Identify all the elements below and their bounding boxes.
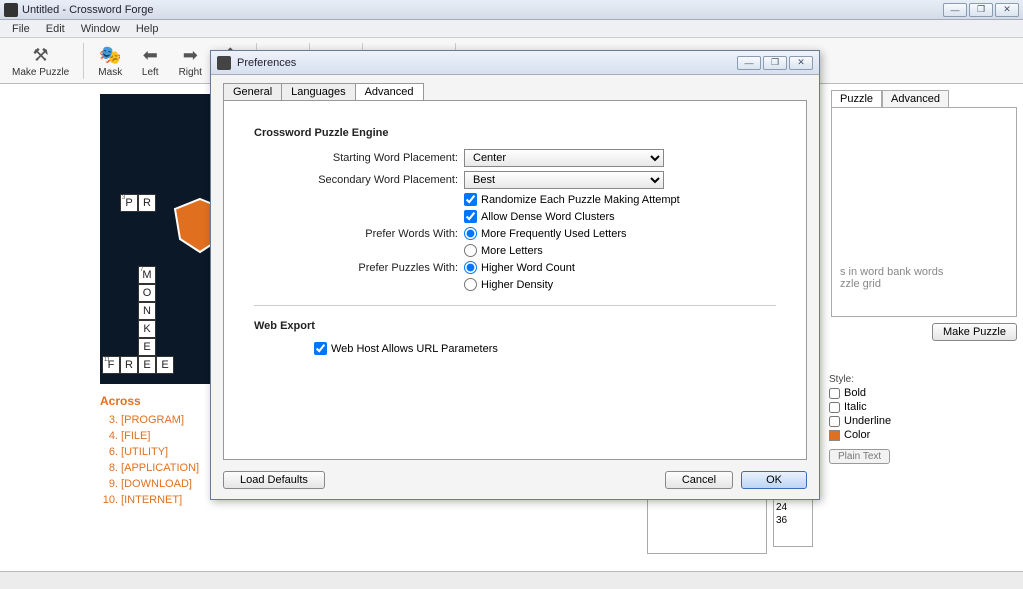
dialog-body: Crossword Puzzle Engine Starting Word Pl…: [223, 100, 807, 460]
prefer-puzzles-radio-b[interactable]: Higher Density: [464, 278, 553, 291]
close-button[interactable]: ✕: [995, 3, 1019, 17]
menu-file[interactable]: File: [4, 21, 38, 37]
tab-general[interactable]: General: [223, 83, 282, 100]
grid-cell[interactable]: R: [120, 356, 138, 374]
grid-cell[interactable]: K: [138, 320, 156, 338]
grid-cell[interactable]: 11F: [102, 356, 120, 374]
tab-advanced[interactable]: Advanced: [882, 90, 949, 107]
grid-cell[interactable]: E: [138, 356, 156, 374]
grid-cell[interactable]: O: [138, 284, 156, 302]
cancel-button[interactable]: Cancel: [665, 471, 733, 489]
size-item[interactable]: 24: [776, 501, 810, 514]
ok-button[interactable]: OK: [741, 471, 807, 489]
secondary-label: Secondary Word Placement:: [254, 174, 464, 186]
clue-item[interactable]: 6. [UTILITY]: [100, 444, 199, 460]
prefer-puzzles-label: Prefer Puzzles With:: [254, 262, 464, 274]
anvil-icon: ⚒: [29, 43, 53, 67]
tab-puzzle[interactable]: Puzzle: [831, 90, 882, 107]
grid-cell[interactable]: 7M: [138, 266, 156, 284]
dialog-titlebar: Preferences — ❐ ✕: [211, 51, 819, 75]
menu-window[interactable]: Window: [73, 21, 128, 37]
make-puzzle-button[interactable]: ⚒ Make Puzzle: [6, 41, 75, 80]
size-item[interactable]: 36: [776, 514, 810, 527]
color-swatch: [829, 430, 840, 441]
starting-label: Starting Word Placement:: [254, 152, 464, 164]
starting-select[interactable]: Center: [464, 149, 664, 167]
hint-text: zzle grid: [840, 278, 1008, 290]
secondary-select[interactable]: Best: [464, 171, 664, 189]
underline-checkbox[interactable]: Underline: [829, 415, 909, 427]
prefer-words-radio-b[interactable]: More Letters: [464, 244, 543, 257]
clue-item[interactable]: 3. [PROGRAM]: [100, 412, 199, 428]
dialog-minimize-button[interactable]: —: [737, 56, 761, 70]
separator: [83, 43, 84, 79]
dense-checkbox[interactable]: Allow Dense Word Clusters: [464, 210, 615, 223]
clue-item[interactable]: 8. [APPLICATION]: [100, 460, 199, 476]
color-checkbox[interactable]: Color: [829, 429, 909, 441]
menu-help[interactable]: Help: [128, 21, 167, 37]
left-button[interactable]: ⬅ Left: [132, 41, 168, 80]
prefer-words-label: Prefer Words With:: [254, 228, 464, 240]
grid-cell[interactable]: N: [138, 302, 156, 320]
engine-heading: Crossword Puzzle Engine: [254, 127, 776, 139]
clue-item[interactable]: 9. [DOWNLOAD]: [100, 476, 199, 492]
menu-edit[interactable]: Edit: [38, 21, 73, 37]
bold-checkbox[interactable]: Bold: [829, 387, 909, 399]
right-button[interactable]: ➡ Right: [172, 41, 208, 80]
web-export-heading: Web Export: [254, 320, 776, 332]
app-icon: [4, 3, 18, 17]
tab-advanced[interactable]: Advanced: [355, 83, 424, 100]
menubar: File Edit Window Help: [0, 20, 1023, 38]
web-host-checkbox[interactable]: Web Host Allows URL Parameters: [314, 342, 498, 355]
make-puzzle-button[interactable]: Make Puzzle: [932, 323, 1017, 341]
arrow-right-icon: ➡: [178, 43, 202, 67]
window-title: Untitled - Crossword Forge: [22, 4, 943, 16]
italic-checkbox[interactable]: Italic: [829, 401, 909, 413]
prefer-puzzles-radio-a[interactable]: Higher Word Count: [464, 261, 575, 274]
right-box: s in word bank words zzle grid: [831, 107, 1017, 317]
dialog-maximize-button[interactable]: ❐: [763, 56, 787, 70]
maximize-button[interactable]: ❐: [969, 3, 993, 17]
dialog-close-button[interactable]: ✕: [789, 56, 813, 70]
app-icon: [217, 56, 231, 70]
dialog-title: Preferences: [237, 57, 737, 69]
preferences-dialog: Preferences — ❐ ✕ General Languages Adva…: [210, 50, 820, 500]
arrow-left-icon: ⬅: [138, 43, 162, 67]
minimize-button[interactable]: —: [943, 3, 967, 17]
right-panel: Puzzle Advanced s in word bank words zzl…: [831, 90, 1017, 341]
style-label: Style:: [829, 374, 909, 385]
grid-cell[interactable]: E: [156, 356, 174, 374]
clue-item[interactable]: 10. [INTERNET]: [100, 492, 199, 508]
main-titlebar: Untitled - Crossword Forge — ❐ ✕: [0, 0, 1023, 20]
plain-text-button[interactable]: Plain Text: [829, 449, 890, 464]
hint-text: s in word bank words: [840, 266, 1008, 278]
mask-icon: 🎭: [98, 43, 122, 67]
prefer-words-radio-a[interactable]: More Frequently Used Letters: [464, 227, 627, 240]
statusbar: [0, 571, 1023, 589]
grid-cell[interactable]: 3P: [120, 194, 138, 212]
randomize-checkbox[interactable]: Randomize Each Puzzle Making Attempt: [464, 193, 680, 206]
grid-cell[interactable]: E: [138, 338, 156, 356]
clue-item[interactable]: 4. [FILE]: [100, 428, 199, 444]
divider: [254, 305, 776, 306]
grid-cell[interactable]: R: [138, 194, 156, 212]
load-defaults-button[interactable]: Load Defaults: [223, 471, 325, 489]
tab-languages[interactable]: Languages: [281, 83, 355, 100]
mask-button[interactable]: 🎭 Mask: [92, 41, 128, 80]
